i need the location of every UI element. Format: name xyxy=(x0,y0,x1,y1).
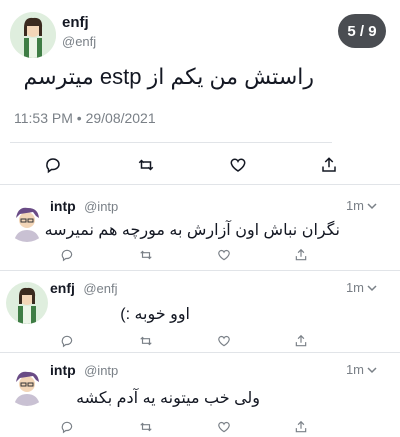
user-handle[interactable]: @intp xyxy=(84,363,118,378)
divider xyxy=(10,142,332,143)
retweet-icon xyxy=(138,159,154,171)
reply-time: 1m xyxy=(345,362,364,377)
share-button[interactable] xyxy=(294,418,372,436)
reply-meta: enfj @enfj xyxy=(50,280,118,298)
reply-icon xyxy=(61,421,73,434)
retweet-button[interactable] xyxy=(138,418,216,436)
user-handle[interactable]: @enfj xyxy=(83,281,117,296)
reply-tweet: enfj @enfj 1m اوو خوبه :) xyxy=(0,280,400,352)
share-icon xyxy=(295,334,307,347)
reply-text: ولی خب میتونه یه آدم بکشه xyxy=(76,390,260,407)
share-button[interactable] xyxy=(294,332,372,350)
reply-meta: intp @intp xyxy=(50,198,118,216)
tweet-text: راستش من یکم از estp میترسم xyxy=(23,64,314,89)
reply-actions xyxy=(60,418,372,436)
reply-button[interactable] xyxy=(60,332,138,350)
divider xyxy=(0,352,400,353)
reply-button[interactable] xyxy=(44,154,122,176)
reply-button[interactable] xyxy=(60,246,138,264)
like-button[interactable] xyxy=(216,332,294,350)
divider xyxy=(0,184,400,185)
reply-actions xyxy=(60,332,372,350)
retweet-icon xyxy=(140,336,152,346)
reply-icon xyxy=(46,158,60,174)
reply-icon xyxy=(61,335,73,348)
divider xyxy=(0,270,400,271)
tweet-timestamp[interactable]: 11:53 PM • 29/08/2021 xyxy=(14,110,156,126)
display-name[interactable]: enfj xyxy=(62,14,89,31)
reply-icon xyxy=(61,249,73,262)
reply-time: 1m xyxy=(345,198,364,213)
reply-text: نگران نباش اون آزارش به مورچه هم نمیرسه xyxy=(44,222,340,239)
chevron-down-icon[interactable] xyxy=(366,364,378,376)
display-name[interactable]: intp xyxy=(50,198,76,214)
like-button[interactable] xyxy=(216,418,294,436)
reply-tweet: intp @intp 1m ولی خب میتونه یه آدم بکشه xyxy=(0,362,400,437)
main-tweet: enfj @enfj راستش من یکم از estp میترسم 1… xyxy=(0,0,400,186)
reply-tweet: intp @intp 1m نگران نباش اون آزارش به مو… xyxy=(0,198,400,270)
reply-actions xyxy=(60,246,372,264)
reply-time: 1m xyxy=(345,280,364,295)
retweet-icon xyxy=(140,422,152,432)
retweet-button[interactable] xyxy=(138,246,216,264)
display-name[interactable]: intp xyxy=(50,362,76,378)
share-icon xyxy=(322,157,336,172)
reply-meta: intp @intp xyxy=(50,362,118,380)
retweet-icon xyxy=(140,250,152,260)
user-handle[interactable]: @enfj xyxy=(62,34,96,49)
like-icon xyxy=(230,158,246,172)
like-button[interactable] xyxy=(216,246,294,264)
display-name[interactable]: enfj xyxy=(50,280,75,296)
like-icon xyxy=(218,421,230,433)
avatar[interactable] xyxy=(10,12,56,58)
reply-text: اوو خوبه :) xyxy=(120,306,190,323)
like-icon xyxy=(218,335,230,347)
like-button[interactable] xyxy=(228,154,306,176)
reply-button[interactable] xyxy=(60,418,138,436)
tweet-actions xyxy=(44,154,398,176)
retweet-button[interactable] xyxy=(138,332,216,350)
retweet-button[interactable] xyxy=(136,154,214,176)
chevron-down-icon[interactable] xyxy=(366,200,378,212)
like-icon xyxy=(218,249,230,261)
share-icon xyxy=(295,420,307,433)
chevron-down-icon[interactable] xyxy=(366,282,378,294)
share-icon xyxy=(295,248,307,261)
user-handle[interactable]: @intp xyxy=(84,199,118,214)
share-button[interactable] xyxy=(294,246,372,264)
share-button[interactable] xyxy=(320,154,398,176)
